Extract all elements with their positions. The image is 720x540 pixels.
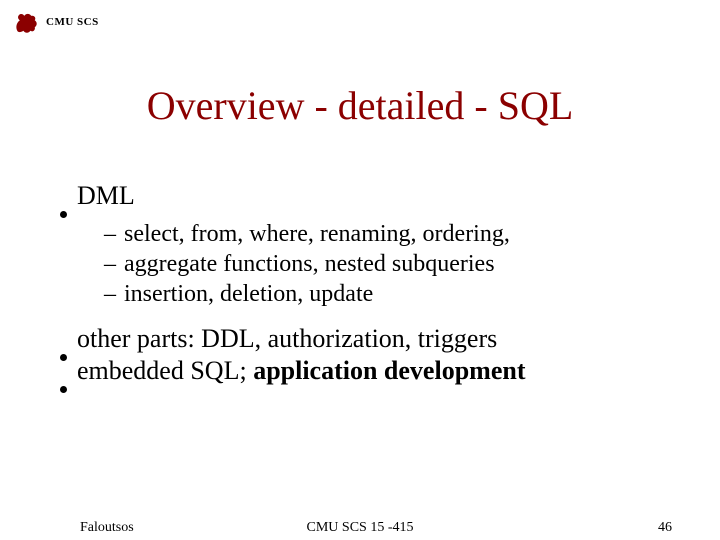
bullet-text: DML xyxy=(77,180,135,213)
slide-title: Overview - detailed - SQL xyxy=(0,82,720,129)
bullet-text: other parts: DDL, authorization, trigger… xyxy=(77,323,497,356)
bullet-text-prefix: embedded SQL; xyxy=(77,356,253,385)
sub-list: – select, from, where, renaming, orderin… xyxy=(104,219,680,309)
slide-number: 46 xyxy=(658,520,672,536)
slide-header: CMU SCS xyxy=(12,8,99,36)
dash-icon: – xyxy=(104,249,116,279)
bullet-item: DML xyxy=(60,180,680,213)
sub-bullet-item: – select, from, where, renaming, orderin… xyxy=(104,219,680,249)
cmu-dragon-icon xyxy=(12,8,40,36)
bullet-item: other parts: DDL, authorization, trigger… xyxy=(60,323,680,356)
sub-bullet-item: – aggregate functions, nested subqueries xyxy=(104,249,680,279)
bullet-text: embedded SQL; application development xyxy=(77,355,525,388)
sub-bullet-text: select, from, where, renaming, ordering, xyxy=(124,219,510,249)
bullet-dot-icon xyxy=(60,354,67,361)
sub-bullet-item: – insertion, deletion, update xyxy=(104,279,680,309)
bullet-dot-icon xyxy=(60,211,67,218)
slide-body: DML – select, from, where, renaming, ord… xyxy=(60,180,680,388)
sub-bullet-text: aggregate functions, nested subqueries xyxy=(124,249,495,279)
bullet-item: embedded SQL; application development xyxy=(60,355,680,388)
bullet-text-bold: application development xyxy=(253,356,525,385)
bullet-dot-icon xyxy=(60,386,67,393)
footer-course: CMU SCS 15 -415 xyxy=(0,520,720,536)
dash-icon: – xyxy=(104,219,116,249)
header-label: CMU SCS xyxy=(46,16,99,28)
sub-bullet-text: insertion, deletion, update xyxy=(124,279,373,309)
dash-icon: – xyxy=(104,279,116,309)
